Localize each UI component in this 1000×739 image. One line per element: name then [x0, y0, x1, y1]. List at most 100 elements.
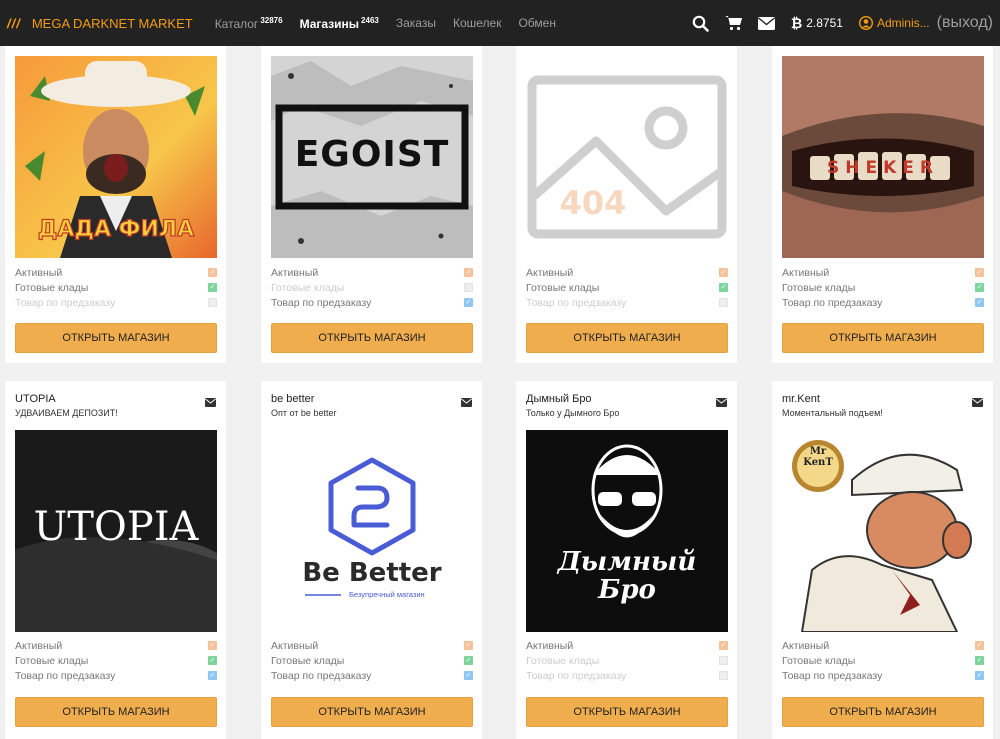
nav-shops[interactable]: Магазины 2463: [300, 16, 379, 31]
active-checkbox: ✓: [975, 268, 984, 277]
shop-image[interactable]: 404: [526, 56, 728, 258]
flag-ready: Готовые клады ✓: [526, 281, 728, 294]
shop-name[interactable]: Дымный Бро: [526, 393, 592, 405]
active-checkbox: ✓: [719, 268, 728, 277]
flag-active: Активный ✓: [271, 639, 473, 652]
flag-preorder: Товар по предзаказу ✓: [271, 669, 473, 682]
nav-links: Каталог 32876 Магазины 2463 Заказы Кошелек…: [215, 16, 573, 31]
message-icon[interactable]: [972, 394, 983, 412]
shop-name[interactable]: mr.Kent: [782, 393, 820, 405]
ready-checkbox: ✓: [208, 283, 217, 292]
ready-checkbox: [719, 656, 728, 665]
flag-active: Активный ✓: [526, 266, 728, 279]
brand-link[interactable]: MEGA DARKNET MARKET: [32, 16, 193, 31]
shop-image[interactable]: EGOIST: [271, 56, 473, 258]
shop-flags: Активный ✓ Готовые клады ✓ Товар по предза…: [526, 265, 728, 310]
active-checkbox: ✓: [464, 268, 473, 277]
shop-flags: Активный ✓ Готовые клады ✓ Товар по предза…: [15, 265, 217, 310]
flag-preorder: Товар по предзаказу: [15, 295, 217, 310]
nav-orders[interactable]: Заказы: [396, 16, 436, 31]
ready-checkbox: ✓: [719, 283, 728, 292]
shop-flags: Активный ✓ Готовые клады ✓ Товар по предза…: [782, 265, 984, 310]
message-icon[interactable]: [205, 394, 216, 412]
shop-card: EGOIST Активный ✓ Готовые клады Товар по …: [261, 46, 482, 363]
image-caption: EGOIST: [294, 134, 450, 175]
shop-card: SHEKER Активный ✓ Готовые клады ✓ Товар по…: [772, 46, 993, 363]
preorder-checkbox: ✓: [975, 671, 984, 680]
shop-flags: Активный ✓ Готовые клады ✓ Товар по предза…: [782, 638, 984, 683]
shop-image[interactable]: Be Better Безупречный магазин: [271, 430, 473, 632]
username: Adminis...: [876, 16, 930, 30]
shop-subtitle: Только у Дымного Бро: [526, 408, 620, 418]
shop-card: be better Опт от be better Be Better Без…: [261, 381, 482, 739]
message-icon[interactable]: [716, 394, 727, 412]
preorder-checkbox: ✓: [208, 671, 217, 680]
top-navbar: /// MEGA DARKNET MARKET Каталог 32876 Маг…: [0, 0, 1000, 46]
open-shop-button[interactable]: ОТКРЫТЬ МАГАЗИН: [526, 697, 728, 727]
shop-image[interactable]: ДАДА ФИЛА: [15, 56, 217, 258]
open-shop-button[interactable]: ОТКРЫТЬ МАГАЗИН: [271, 697, 473, 727]
flag-active: Активный ✓: [15, 639, 217, 652]
preorder-checkbox: ✓: [464, 671, 473, 680]
logout-link[interactable]: (выход): [937, 14, 993, 32]
open-shop-button[interactable]: ОТКРЫТЬ МАГАЗИН: [782, 697, 984, 727]
flag-ready: Готовые клады ✓: [15, 281, 217, 294]
user-menu[interactable]: Adminis...: [858, 16, 930, 30]
flag-preorder: Товар по предзаказу ✓: [271, 296, 473, 309]
user-icon: [858, 16, 873, 30]
shop-name[interactable]: be better: [271, 393, 314, 405]
nav-exchange[interactable]: Обмен: [518, 16, 556, 31]
open-shop-button[interactable]: ОТКРЫТЬ МАГАЗИН: [271, 323, 473, 353]
nav-catalog[interactable]: Каталог 32876: [215, 16, 283, 31]
btc-balance[interactable]: ₿ 2.8751: [791, 15, 843, 31]
ready-checkbox: ✓: [464, 656, 473, 665]
open-shop-button[interactable]: ОТКРЫТЬ МАГАЗИН: [15, 323, 217, 353]
image-caption: ДАДА ФИЛА: [37, 216, 195, 242]
active-checkbox: ✓: [975, 641, 984, 650]
flag-active: Активный ✓: [15, 266, 217, 279]
active-checkbox: ✓: [464, 641, 473, 650]
search-icon[interactable]: [692, 14, 710, 32]
flag-ready: Готовые клады ✓: [15, 654, 217, 667]
flag-preorder: Товар по предзаказу: [526, 668, 728, 683]
catalog-count: 32876: [260, 15, 283, 25]
shop-subtitle: УДВАИВАЕМ ДЕПОЗИТ!: [15, 408, 118, 418]
flag-active: Активный ✓: [782, 266, 984, 279]
flag-preorder: Товар по предзаказу: [526, 295, 728, 310]
shop-subtitle: Опт от be better: [271, 408, 337, 418]
shop-card: mr.Kent Моментальный подъем! Mr KenT Акт…: [772, 381, 993, 739]
ready-checkbox: ✓: [208, 656, 217, 665]
shop-image[interactable]: Дымный Бро: [526, 430, 728, 632]
preorder-checkbox: [208, 298, 217, 307]
shop-image[interactable]: UTOPIA: [15, 430, 217, 632]
preorder-checkbox: [719, 671, 728, 680]
shop-flags: Активный ✓ Готовые клады Товар по предзак…: [271, 265, 473, 310]
image-subcaption: Безупречный магазин: [349, 590, 425, 599]
flag-ready: Готовые клады ✓: [782, 281, 984, 294]
image-caption: Дымный Бро: [557, 547, 697, 605]
shop-flags: Активный ✓ Готовые клады ✓ Товар по предза…: [15, 638, 217, 683]
flag-preorder: Товар по предзаказу ✓: [15, 669, 217, 682]
nav-wallet[interactable]: Кошелек: [453, 16, 502, 31]
image-caption: Be Better: [302, 558, 442, 588]
ready-checkbox: ✓: [975, 283, 984, 292]
cart-icon[interactable]: [724, 14, 743, 32]
shop-card: UTOPIA УДВАИВАЕМ ДЕПОЗИТ! UTOPIA Активны…: [5, 381, 226, 739]
preorder-checkbox: ✓: [975, 298, 984, 307]
flag-active: Активный ✓: [526, 639, 728, 652]
open-shop-button[interactable]: ОТКРЫТЬ МАГАЗИН: [526, 323, 728, 353]
shop-image[interactable]: Mr KenT: [782, 430, 984, 632]
open-shop-button[interactable]: ОТКРЫТЬ МАГАЗИН: [15, 697, 217, 727]
open-shop-button[interactable]: ОТКРЫТЬ МАГАЗИН: [782, 323, 984, 353]
message-icon[interactable]: [461, 394, 472, 412]
shops-count: 2463: [361, 15, 379, 25]
shop-subtitle: Моментальный подъем!: [782, 408, 883, 418]
flag-active: Активный ✓: [271, 266, 473, 279]
messages-icon[interactable]: [758, 14, 776, 32]
shop-name[interactable]: UTOPIA: [15, 393, 56, 405]
shop-image[interactable]: SHEKER: [782, 56, 984, 258]
flag-ready: Готовые клады ✓: [271, 654, 473, 667]
image-caption: SHEKER: [827, 158, 939, 178]
flag-ready: Готовые клады: [271, 280, 473, 295]
bitcoin-icon: ₿: [790, 15, 803, 31]
